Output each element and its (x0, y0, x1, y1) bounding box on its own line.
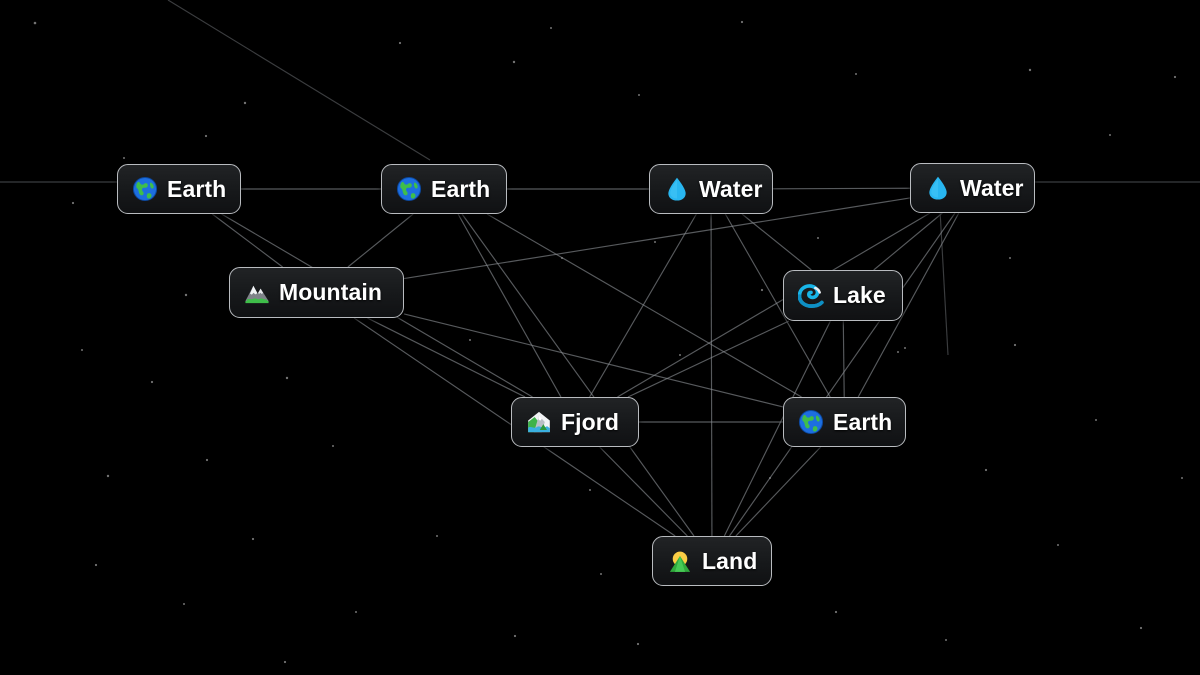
snow-mountain-icon (244, 280, 270, 306)
earth-globe-icon (132, 176, 158, 202)
element-node-label: Water (960, 174, 1024, 201)
element-node-label: Lake (833, 282, 886, 308)
element-node-earth-3[interactable]: Earth (783, 397, 906, 447)
element-node-label: Earth (833, 408, 893, 435)
water-droplet-icon (664, 176, 690, 202)
ocean-wave-icon (798, 283, 824, 309)
water-droplet-icon (925, 175, 951, 201)
earth-globe-icon (396, 176, 422, 202)
element-node-label: Earth (167, 175, 227, 202)
element-node-fjord-1[interactable]: Fjord (511, 397, 639, 447)
sunrise-mountain-icon (667, 548, 693, 574)
infinite-craft-canvas: Earth Earth Water Water Mountain Lake Fjord Ear… (0, 0, 1200, 675)
national-park-icon (526, 409, 552, 435)
element-node-lake-1[interactable]: Lake (783, 270, 903, 321)
element-node-earth-2[interactable]: Earth (381, 164, 507, 214)
element-node-label: Mountain (279, 279, 382, 305)
element-node-label: Land (702, 547, 758, 574)
element-node-label: Fjord (561, 408, 619, 435)
element-node-label: Water (699, 175, 763, 202)
element-node-label: Earth (431, 175, 491, 202)
element-node-mountain-1[interactable]: Mountain (229, 267, 404, 318)
earth-globe-icon (798, 409, 824, 435)
element-node-earth-1[interactable]: Earth (117, 164, 241, 214)
element-node-land-1[interactable]: Land (652, 536, 772, 586)
element-node-water-2[interactable]: Water (910, 163, 1035, 213)
element-nodes-layer: Earth Earth Water Water Mountain Lake Fjord Ear… (0, 0, 1200, 675)
element-node-water-1[interactable]: Water (649, 164, 773, 214)
